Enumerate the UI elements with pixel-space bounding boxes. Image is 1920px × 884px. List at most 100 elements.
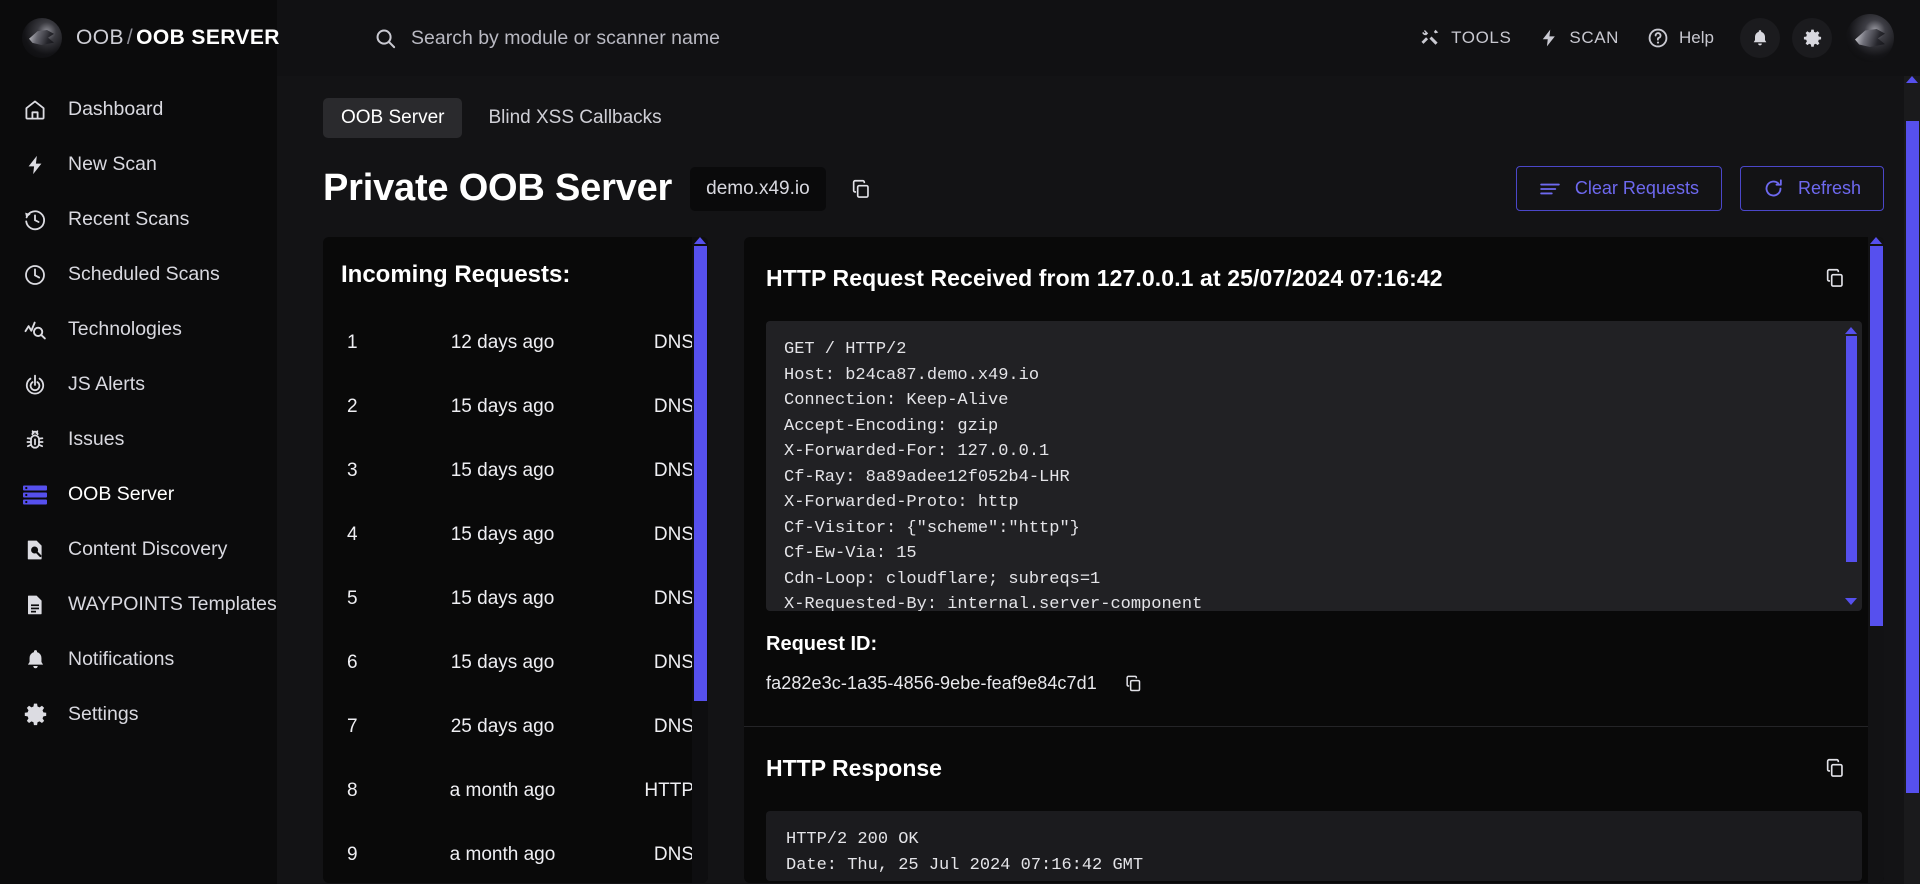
brand[interactable]: OOB / OOB SERVER bbox=[0, 0, 280, 76]
user-avatar-icon[interactable] bbox=[1846, 14, 1894, 62]
page-header-left: Private OOB Server demo.x49.io bbox=[323, 166, 878, 211]
sidebar-item-label: Issues bbox=[68, 428, 125, 450]
sidebar-item-oob-server[interactable]: OOB Server bbox=[0, 467, 277, 522]
copy-icon bbox=[852, 179, 869, 198]
scrollbar-thumb[interactable] bbox=[1905, 121, 1919, 793]
question-circle-icon bbox=[1648, 28, 1668, 48]
scroll-up-arrow-icon[interactable] bbox=[694, 237, 706, 244]
scroll-up-arrow-icon[interactable] bbox=[1870, 237, 1882, 244]
gear-icon bbox=[22, 702, 48, 728]
request-index: 7 bbox=[347, 716, 358, 737]
request-detail-scrollbar[interactable] bbox=[1868, 237, 1884, 883]
file-search-icon bbox=[22, 537, 48, 563]
table-row[interactable]: 1 12 days ago DNS bbox=[323, 311, 708, 375]
table-row[interactable]: 9 a month ago DNS bbox=[323, 823, 708, 883]
incoming-requests-scrollbar[interactable] bbox=[692, 237, 708, 883]
scrollbar-thumb[interactable] bbox=[693, 246, 707, 701]
body: Dashboard New Scan Recent Scans Schedule… bbox=[0, 76, 1920, 884]
tools-label: TOOLS bbox=[1451, 28, 1512, 47]
table-row[interactable]: 8 a month ago HTTP bbox=[323, 759, 708, 823]
brand-prefix: OOB bbox=[76, 26, 124, 49]
sidebar-item-js-alerts[interactable]: JS Alerts bbox=[0, 357, 277, 412]
home-icon bbox=[22, 97, 48, 123]
table-row[interactable]: 4 15 days ago DNS bbox=[323, 503, 708, 567]
page-title: Private OOB Server bbox=[323, 167, 673, 209]
copy-domain-button[interactable] bbox=[844, 172, 878, 206]
request-id-row: fa282e3c-1a35-4856-9ebe-feaf9e84c7d1 bbox=[744, 656, 1884, 700]
request-time: a month ago bbox=[449, 844, 556, 865]
request-time: 15 days ago bbox=[450, 396, 555, 417]
sidebar-item-label: Scheduled Scans bbox=[68, 263, 220, 285]
request-detail-panel: HTTP Request Received from 127.0.0.1 at … bbox=[744, 237, 1884, 883]
sidebar-item-new-scan[interactable]: New Scan bbox=[0, 137, 277, 192]
scrollbar-thumb[interactable] bbox=[1869, 246, 1883, 626]
sidebar-item-waypoints-templates[interactable]: WAYPOINTS Templates bbox=[0, 577, 277, 632]
request-type: DNS bbox=[653, 524, 694, 545]
incoming-requests-list: 1 12 days ago DNS 2 15 days ago DNS 3 15… bbox=[323, 289, 708, 883]
refresh-label: Refresh bbox=[1797, 178, 1861, 198]
scroll-up-arrow-icon[interactable] bbox=[1906, 76, 1918, 83]
brand-name: OOB SERVER bbox=[136, 26, 280, 49]
scan-button[interactable]: SCAN bbox=[1525, 14, 1633, 62]
refresh-button[interactable]: Refresh bbox=[1739, 166, 1884, 211]
document-icon bbox=[22, 592, 48, 618]
request-detail-title: HTTP Request Received from 127.0.0.1 at … bbox=[766, 264, 1443, 291]
sidebar-item-recent-scans[interactable]: Recent Scans bbox=[0, 192, 277, 247]
table-row[interactable]: 2 15 days ago DNS bbox=[323, 375, 708, 439]
tab-blind-xss-callbacks[interactable]: Blind XSS Callbacks bbox=[470, 98, 679, 138]
clear-requests-button[interactable]: Clear Requests bbox=[1515, 166, 1722, 211]
brand-separator: / bbox=[126, 26, 134, 49]
request-time: 25 days ago bbox=[450, 716, 555, 737]
tools-button[interactable]: TOOLS bbox=[1405, 14, 1525, 62]
scan-label: SCAN bbox=[1569, 28, 1620, 47]
sidebar: Dashboard New Scan Recent Scans Schedule… bbox=[0, 76, 277, 884]
request-time: a month ago bbox=[449, 780, 556, 801]
copy-request-button[interactable] bbox=[1818, 261, 1852, 295]
search-bar[interactable] bbox=[277, 0, 1405, 76]
sidebar-item-settings[interactable]: Settings bbox=[0, 687, 277, 742]
request-index: 6 bbox=[347, 652, 358, 673]
sidebar-item-scheduled-scans[interactable]: Scheduled Scans bbox=[0, 247, 277, 302]
page-scrollbar[interactable] bbox=[1904, 76, 1920, 884]
sidebar-item-content-discovery[interactable]: Content Discovery bbox=[0, 522, 277, 577]
bug-icon bbox=[22, 427, 48, 453]
request-index: 3 bbox=[347, 460, 358, 481]
sidebar-item-issues[interactable]: Issues bbox=[0, 412, 277, 467]
search-input[interactable] bbox=[411, 26, 931, 50]
gear-icon bbox=[1803, 29, 1821, 47]
response-code-block: HTTP/2 200 OK Date: Thu, 25 Jul 2024 07:… bbox=[766, 811, 1862, 881]
notifications-button[interactable] bbox=[1740, 18, 1780, 58]
copy-response-button[interactable] bbox=[1818, 751, 1852, 785]
table-row[interactable]: 7 25 days ago DNS bbox=[323, 695, 708, 759]
settings-button[interactable] bbox=[1792, 18, 1832, 58]
bell-icon bbox=[22, 647, 48, 673]
search-icon bbox=[376, 29, 396, 48]
request-type: DNS bbox=[653, 844, 694, 865]
domain-badge: demo.x49.io bbox=[690, 166, 826, 211]
refresh-icon bbox=[1765, 179, 1782, 197]
page-header: Private OOB Server demo.x49.io Clear Req… bbox=[323, 166, 1884, 211]
top-actions: TOOLS SCAN Help bbox=[1405, 0, 1920, 76]
request-code-scrollbar[interactable] bbox=[1844, 327, 1858, 605]
scrollbar-thumb[interactable] bbox=[1845, 336, 1857, 562]
help-button[interactable]: Help bbox=[1633, 14, 1728, 62]
scroll-up-arrow-icon[interactable] bbox=[1845, 327, 1857, 334]
table-row[interactable]: 6 15 days ago DNS bbox=[323, 631, 708, 695]
copy-icon bbox=[1126, 675, 1141, 691]
tools-icon bbox=[1421, 29, 1439, 45]
copy-icon bbox=[1826, 268, 1843, 287]
request-type: DNS bbox=[653, 716, 694, 737]
copy-request-id-button[interactable] bbox=[1117, 666, 1151, 700]
sidebar-item-label: OOB Server bbox=[68, 483, 175, 505]
table-row[interactable]: 3 15 days ago DNS bbox=[323, 439, 708, 503]
sidebar-item-technologies[interactable]: Technologies bbox=[0, 302, 277, 357]
page-header-actions: Clear Requests Refresh bbox=[1515, 166, 1884, 211]
scroll-down-arrow-icon[interactable] bbox=[1845, 598, 1857, 605]
request-id-value: fa282e3c-1a35-4856-9ebe-feaf9e84c7d1 bbox=[766, 672, 1097, 693]
table-row[interactable]: 5 15 days ago DNS bbox=[323, 567, 708, 631]
tab-oob-server[interactable]: OOB Server bbox=[323, 98, 463, 138]
sidebar-item-notifications[interactable]: Notifications bbox=[0, 632, 277, 687]
sidebar-item-dashboard[interactable]: Dashboard bbox=[0, 82, 277, 137]
history-clock-icon bbox=[22, 207, 48, 233]
incoming-requests-title: Incoming Requests: bbox=[341, 261, 571, 288]
